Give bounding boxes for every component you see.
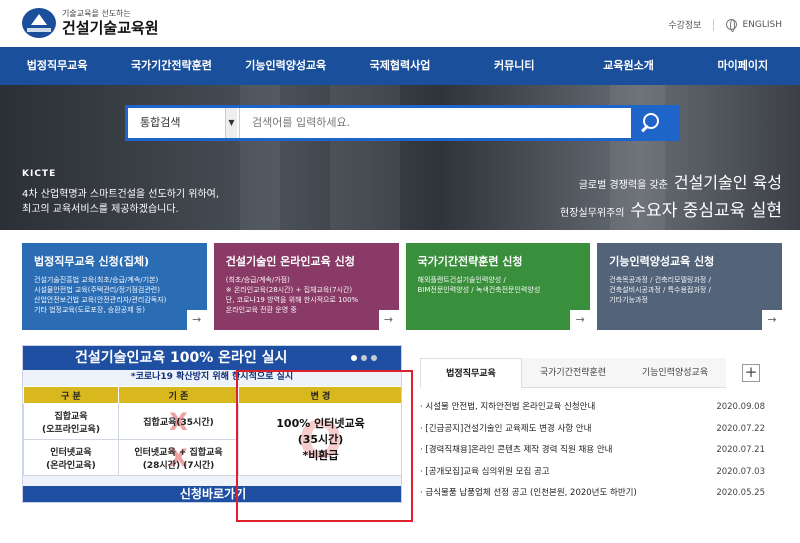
card-skills-training[interactable]: 기능인력양성교육 신청 건축목공과정 / 건축리모델링과정 / 건축설비시공과정… [597, 243, 782, 330]
list-item[interactable]: · 시설물 안전법, 지하안전법 온라인교육 신청안내 2020.09.08 [420, 397, 765, 419]
card-line: 산업안전보건법 교육(안전관리자/관리감독자) [34, 296, 167, 304]
tab-legal-training[interactable]: 법정직무교육 [420, 358, 522, 388]
english-link[interactable]: ENGLISH [742, 20, 782, 30]
utility-links: 수강정보 ENGLISH [668, 18, 782, 32]
card-line: 온라인교육 전환 운영 중 [225, 306, 297, 314]
hero-slogan: 수요자 중심교육 실현 [630, 201, 782, 221]
card-line: ※ 온라인교육(28시간) + 집체교육(7시간) [225, 286, 353, 294]
hero-right-copy: 글로벌 경쟁력을 갖춘 건설기술인 육성 현장실무위주의 수요자 중심교육 실현 [560, 171, 782, 227]
card-legal-training[interactable]: 법정직무교육 신청(집체) 건설기술진흥법 교육(최초/승급/계속/기본) 시설… [22, 243, 207, 330]
card-online-training[interactable]: 건설기술인 온라인교육 신청 (최초/승급/계속/가점) ※ 온라인교육(28시… [213, 243, 399, 330]
card-national-training[interactable]: 국가기간전략훈련 신청 해외플랜트건설기술인력양성 / BIM전문인력양성 / … [405, 243, 591, 330]
news-list: · 시설물 안전법, 지하안전법 온라인교육 신청안내 2020.09.08 · … [420, 397, 765, 505]
search-scope-select[interactable]: 통합검색 ▼ [128, 108, 240, 138]
arrow-right-icon[interactable]: → [762, 310, 782, 330]
card-title: 국가기간전략훈련 신청 [417, 255, 523, 268]
top-header: 기술교육을 선도하는 건설기술교육원 수강정보 ENGLISH [0, 0, 800, 47]
card-line: 기타기능과정 [609, 296, 648, 304]
search-button[interactable] [631, 108, 677, 138]
hero-line: 4차 산업혁명과 스마트건설을 선도하기 위하여, [22, 189, 220, 200]
search-input[interactable]: 검색어를 입력하세요. [240, 108, 631, 138]
card-line: 건축목공과정 / 건축리모델링과정 / [609, 276, 711, 284]
nav-item-national-training[interactable]: 국가기간전략훈련 [114, 47, 228, 85]
card-line: 기타 법정교육(도로포장, 승환공제 등) [34, 306, 145, 314]
nav-item-legal-training[interactable]: 법정직무교육 [0, 47, 114, 85]
table-cell: 집합교육 (오프라인교육) [23, 403, 119, 440]
hero-banner: 통합검색 ▼ 검색어를 입력하세요. KICTE 4차 산업혁명과 스마트건설을… [0, 85, 800, 230]
table-header: 기 존 [118, 386, 239, 404]
tab-skills-training[interactable]: 기능인력양성교육 [624, 358, 726, 388]
table-header: 구 분 [23, 386, 119, 404]
hero-badge: KICTE [22, 169, 57, 179]
list-item[interactable]: · [긴급공지]건설기술인 교육제도 변경 사항 안내 2020.07.22 [420, 419, 765, 441]
card-title: 기능인력양성교육 신청 [609, 255, 715, 268]
table-cell: X 인터넷교육 + 집합교육 (28시간) (7시간) [118, 439, 239, 476]
card-line: 건축설비시공과정 / 특수용접과정 / [609, 286, 711, 294]
hero-slogan: 건설기술인 육성 [673, 173, 782, 192]
hero-line: 최고의 교육서비스를 제공하겠습니다. [22, 204, 179, 215]
card-title: 법정직무교육 신청(집체) [34, 255, 150, 268]
globe-icon [726, 19, 738, 32]
quick-links: 법정직무교육 신청(집체) 건설기술진흥법 교육(최초/승급/계속/기본) 시설… [22, 243, 782, 330]
card-line: 단, 코로나19 방역을 위해 한시적으로 100% [225, 296, 359, 304]
news-tabs: 법정직무교육 국가기간전략훈련 기능인력양성교육 [420, 358, 782, 388]
card-line: (최초/승급/계속/가점) [225, 276, 290, 284]
carousel-dot[interactable] [371, 355, 377, 361]
search-scope-label: 통합검색 [140, 116, 181, 129]
course-info-link[interactable]: 수강정보 [668, 18, 701, 31]
nav-item-mypage[interactable]: 마이페이지 [686, 47, 800, 85]
table-cell: X 집합교육(35시간) [118, 403, 239, 440]
chevron-down-icon[interactable]: ▼ [225, 108, 237, 138]
arrow-right-icon[interactable]: → [570, 310, 591, 330]
divider [713, 18, 715, 31]
carousel-dot[interactable] [361, 355, 367, 361]
logo-name: 건설기술교육원 [62, 19, 159, 37]
hero-small-text: 현장실무위주의 [560, 208, 625, 219]
nav-item-about[interactable]: 교육원소개 [571, 47, 685, 85]
card-title: 건설기술인 온라인교육 신청 [225, 255, 355, 268]
list-item[interactable]: · 급식물품 납품업체 선정 공고 (인천본원, 2020년도 하반기) 2020… [420, 483, 765, 505]
hero-left-copy: KICTE 4차 산업혁명과 스마트건설을 선도하기 위하여, 최고의 교육서비… [22, 169, 219, 217]
nav-item-international[interactable]: 국제협력사업 [343, 47, 457, 85]
card-line: BIM전문인력양성 / 녹색건축전문인력양성 [417, 286, 541, 294]
main-nav: 법정직무교육 국가기간전략훈련 기능인력양성교육 국제협력사업 커뮤니티 교육원… [0, 47, 800, 85]
logo[interactable]: 기술교육을 선도하는 건설기술교육원 [22, 8, 159, 38]
logo-icon [22, 8, 56, 38]
hero-small-text: 글로벌 경쟁력을 갖춘 [578, 180, 668, 191]
nav-item-skills-training[interactable]: 기능인력양성교육 [229, 47, 343, 85]
arrow-right-icon[interactable]: → [186, 310, 207, 330]
carousel-dots [351, 355, 377, 361]
carousel-dot[interactable] [351, 355, 357, 361]
more-plus-icon[interactable]: + [742, 364, 760, 382]
table-cell: 인터넷교육 (온라인교육) [23, 439, 119, 476]
card-line: 해외플랜트건설기술인력양성 / [417, 276, 506, 284]
tab-national-training[interactable]: 국가기간전략훈련 [522, 358, 624, 388]
card-line: 건설기술진흥법 교육(최초/승급/계속/기본) [34, 276, 159, 284]
banner-title: 건설기술인교육 100% 온라인 실시 [23, 346, 401, 370]
nav-item-community[interactable]: 커뮤니티 [457, 47, 571, 85]
highlight-box [236, 370, 413, 522]
card-line: 시설물안전법 교육(주택관리/정기점검관련) [34, 286, 160, 294]
list-item[interactable]: · [공개모집]교육 심의위원 모집 공고 2020.07.03 [420, 462, 765, 484]
arrow-right-icon[interactable]: → [378, 310, 399, 330]
list-item[interactable]: · [경력직채용]온라인 콘텐츠 제작 경력 직원 채용 안내 2020.07.2… [420, 440, 765, 462]
logo-tagline: 기술교육을 선도하는 [62, 9, 131, 18]
search-bar: 통합검색 ▼ 검색어를 입력하세요. [125, 105, 680, 141]
